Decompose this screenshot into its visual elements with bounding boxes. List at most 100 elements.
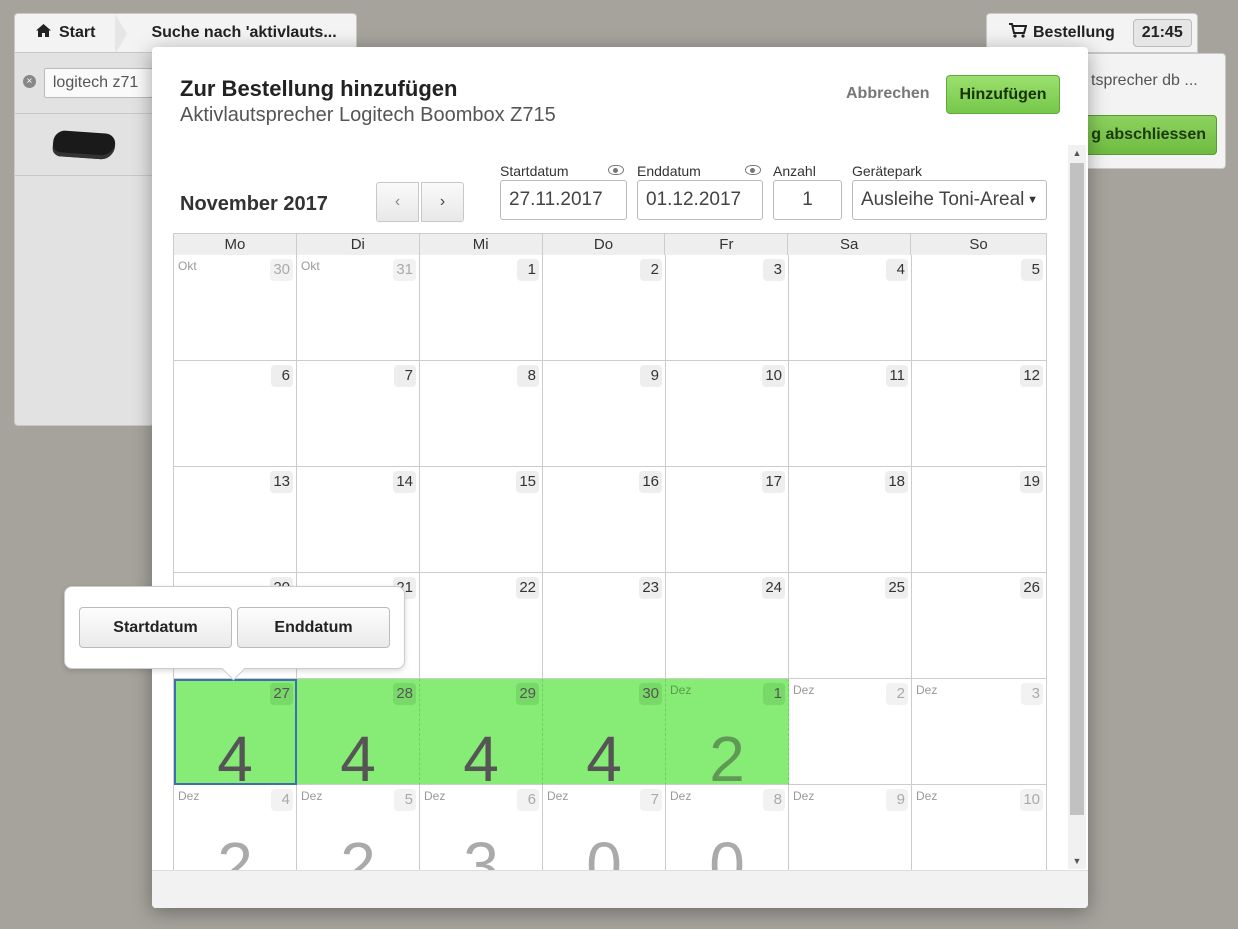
day-number: 27 bbox=[270, 683, 293, 705]
product-row[interactable] bbox=[15, 114, 153, 176]
availability-count: 4 bbox=[217, 723, 253, 795]
availability-count: 4 bbox=[586, 723, 622, 795]
month-label: November 2017 bbox=[180, 193, 328, 215]
end-date-label: Enddatum bbox=[637, 163, 701, 179]
search-input[interactable]: logitech z71 bbox=[43, 68, 153, 98]
eye-icon[interactable] bbox=[745, 165, 761, 175]
month-tag: Dez bbox=[670, 683, 692, 697]
month-tag: Okt bbox=[178, 259, 197, 273]
month-tag: Dez bbox=[916, 789, 938, 803]
day-number: 24 bbox=[762, 577, 785, 599]
quantity-label: Anzahl bbox=[773, 163, 816, 179]
calendar-day-cell[interactable]: 11 bbox=[789, 361, 912, 467]
prev-month-button[interactable]: ‹ bbox=[376, 182, 419, 222]
calendar-day-cell[interactable]: 4 bbox=[789, 255, 912, 361]
day-number: 15 bbox=[516, 471, 539, 493]
calendar-day-cell[interactable]: 16 bbox=[543, 467, 666, 573]
calendar-day-cell[interactable]: 10 bbox=[666, 361, 789, 467]
calendar-day-cell[interactable]: 18 bbox=[789, 467, 912, 573]
calendar-day-cell[interactable]: 30 4 bbox=[543, 679, 666, 791]
calendar-day-cell[interactable]: 1 bbox=[420, 255, 543, 361]
calendar-day-cell[interactable]: 12 bbox=[912, 361, 1047, 467]
set-end-date-button[interactable]: Enddatum bbox=[237, 607, 390, 648]
calendar-day-cell[interactable]: 19 bbox=[912, 467, 1047, 573]
calendar-day-cell[interactable]: 22 bbox=[420, 573, 543, 679]
date-choice-popover: Startdatum Enddatum bbox=[64, 586, 405, 669]
calendar-day-cell[interactable]: 25 bbox=[789, 573, 912, 679]
modal-title: Zur Bestellung hinzufügen bbox=[180, 76, 458, 101]
calendar-day-cell[interactable]: 3 bbox=[666, 255, 789, 361]
modal-scrollbar[interactable]: ▲ ▼ bbox=[1068, 145, 1086, 869]
end-date-input[interactable]: 01.12.2017 bbox=[637, 180, 763, 220]
breadcrumb-search[interactable]: Suche nach 'aktivlauts... bbox=[115, 24, 336, 42]
add-button[interactable]: Hinzufügen bbox=[946, 75, 1060, 114]
cancel-button[interactable]: Abbrechen bbox=[846, 85, 930, 103]
eye-icon[interactable] bbox=[608, 165, 624, 175]
calendar-day-cell[interactable]: 29 4 bbox=[420, 679, 543, 791]
day-number: 30 bbox=[639, 683, 662, 705]
calendar-day-cell[interactable]: 2 bbox=[543, 255, 666, 361]
calendar-day-cell[interactable]: Dez 3 bbox=[912, 679, 1047, 785]
availability-count: 2 bbox=[709, 723, 745, 795]
calendar-day-cell[interactable]: 9 bbox=[543, 361, 666, 467]
day-number: 2 bbox=[640, 259, 662, 281]
calendar-day-cell[interactable]: 7 bbox=[297, 361, 420, 467]
next-month-button[interactable]: › bbox=[421, 182, 464, 222]
scroll-down-icon[interactable]: ▼ bbox=[1068, 853, 1086, 869]
day-number: 8 bbox=[763, 789, 785, 811]
day-number: 4 bbox=[886, 259, 908, 281]
quantity-input[interactable]: 1 bbox=[773, 180, 842, 220]
weekday-label: So bbox=[969, 236, 988, 253]
calendar-day-cell[interactable]: Dez 7 0 bbox=[543, 785, 666, 873]
calendar-day-cell[interactable]: 23 bbox=[543, 573, 666, 679]
calendar-day-cell[interactable]: 24 bbox=[666, 573, 789, 679]
calendar-day-cell[interactable]: 15 bbox=[420, 467, 543, 573]
calendar-day-cell[interactable]: Dez 5 2 bbox=[297, 785, 420, 873]
calendar-day-cell[interactable]: 28 4 bbox=[297, 679, 420, 791]
calendar-day-cell[interactable]: 5 bbox=[912, 255, 1047, 361]
day-number: 3 bbox=[763, 259, 785, 281]
calendar-day-cell[interactable]: Dez 9 bbox=[789, 785, 912, 873]
calendar-day-cell[interactable]: Dez 2 bbox=[789, 679, 912, 785]
calendar-day-cell[interactable]: Okt 30 bbox=[174, 255, 297, 361]
day-number: 2 bbox=[886, 683, 908, 705]
day-number: 29 bbox=[516, 683, 539, 705]
calendar-day-cell[interactable]: Okt 31 bbox=[297, 255, 420, 361]
calendar-day-cell[interactable]: 17 bbox=[666, 467, 789, 573]
scroll-up-icon[interactable]: ▲ bbox=[1068, 145, 1086, 161]
scroll-thumb[interactable] bbox=[1070, 163, 1084, 815]
availability-count: 2 bbox=[340, 829, 376, 873]
calendar-week-row: 6 7 8 9 10 11 12 bbox=[173, 361, 1047, 467]
search-results-panel: × logitech z71 bbox=[14, 52, 154, 426]
calendar-week-row: 27 4 28 4 29 4 30 4 Dez 1 2 Dez 2 Dez 3 bbox=[173, 679, 1047, 791]
month-tag: Dez bbox=[670, 789, 692, 803]
day-number: 31 bbox=[393, 259, 416, 281]
month-tag: Dez bbox=[547, 789, 569, 803]
calendar-day-cell[interactable]: 8 bbox=[420, 361, 543, 467]
calendar-day-cell[interactable]: 27 4 bbox=[174, 679, 297, 791]
availability-count: 3 bbox=[463, 829, 499, 873]
set-start-date-button[interactable]: Startdatum bbox=[79, 607, 232, 648]
month-tag: Dez bbox=[301, 789, 323, 803]
month-tag: Dez bbox=[793, 789, 815, 803]
calendar-day-cell[interactable]: Dez 1 2 bbox=[666, 679, 789, 791]
calendar: Mo Di Mi Do Fr Sa So Okt 30 Okt 31 1 2 3 4 5 6 7 8 9 10 11 12… bbox=[173, 233, 1047, 873]
day-number: 11 bbox=[886, 365, 908, 387]
calendar-day-cell[interactable]: Dez 8 0 bbox=[666, 785, 789, 873]
calendar-day-cell[interactable]: 26 bbox=[912, 573, 1047, 679]
calendar-day-cell[interactable]: Dez 6 3 bbox=[420, 785, 543, 873]
day-number: 16 bbox=[639, 471, 662, 493]
finish-order-button[interactable]: g abschliessen bbox=[1079, 115, 1217, 155]
calendar-day-cell[interactable]: Dez 4 2 bbox=[174, 785, 297, 873]
day-number: 25 bbox=[885, 577, 908, 599]
start-date-label: Startdatum bbox=[500, 163, 569, 179]
inventory-pool-select[interactable]: Ausleihe Toni-Areal ▼ bbox=[852, 180, 1047, 220]
chevron-down-icon: ▼ bbox=[1027, 194, 1038, 206]
calendar-day-cell[interactable]: 14 bbox=[297, 467, 420, 573]
breadcrumb-home[interactable]: Start bbox=[15, 14, 128, 54]
calendar-day-cell[interactable]: 6 bbox=[174, 361, 297, 467]
calendar-day-cell[interactable]: Dez 10 bbox=[912, 785, 1047, 873]
calendar-day-cell[interactable]: 13 bbox=[174, 467, 297, 573]
start-date-input[interactable]: 27.11.2017 bbox=[500, 180, 627, 220]
clear-search-icon[interactable]: × bbox=[23, 74, 36, 88]
